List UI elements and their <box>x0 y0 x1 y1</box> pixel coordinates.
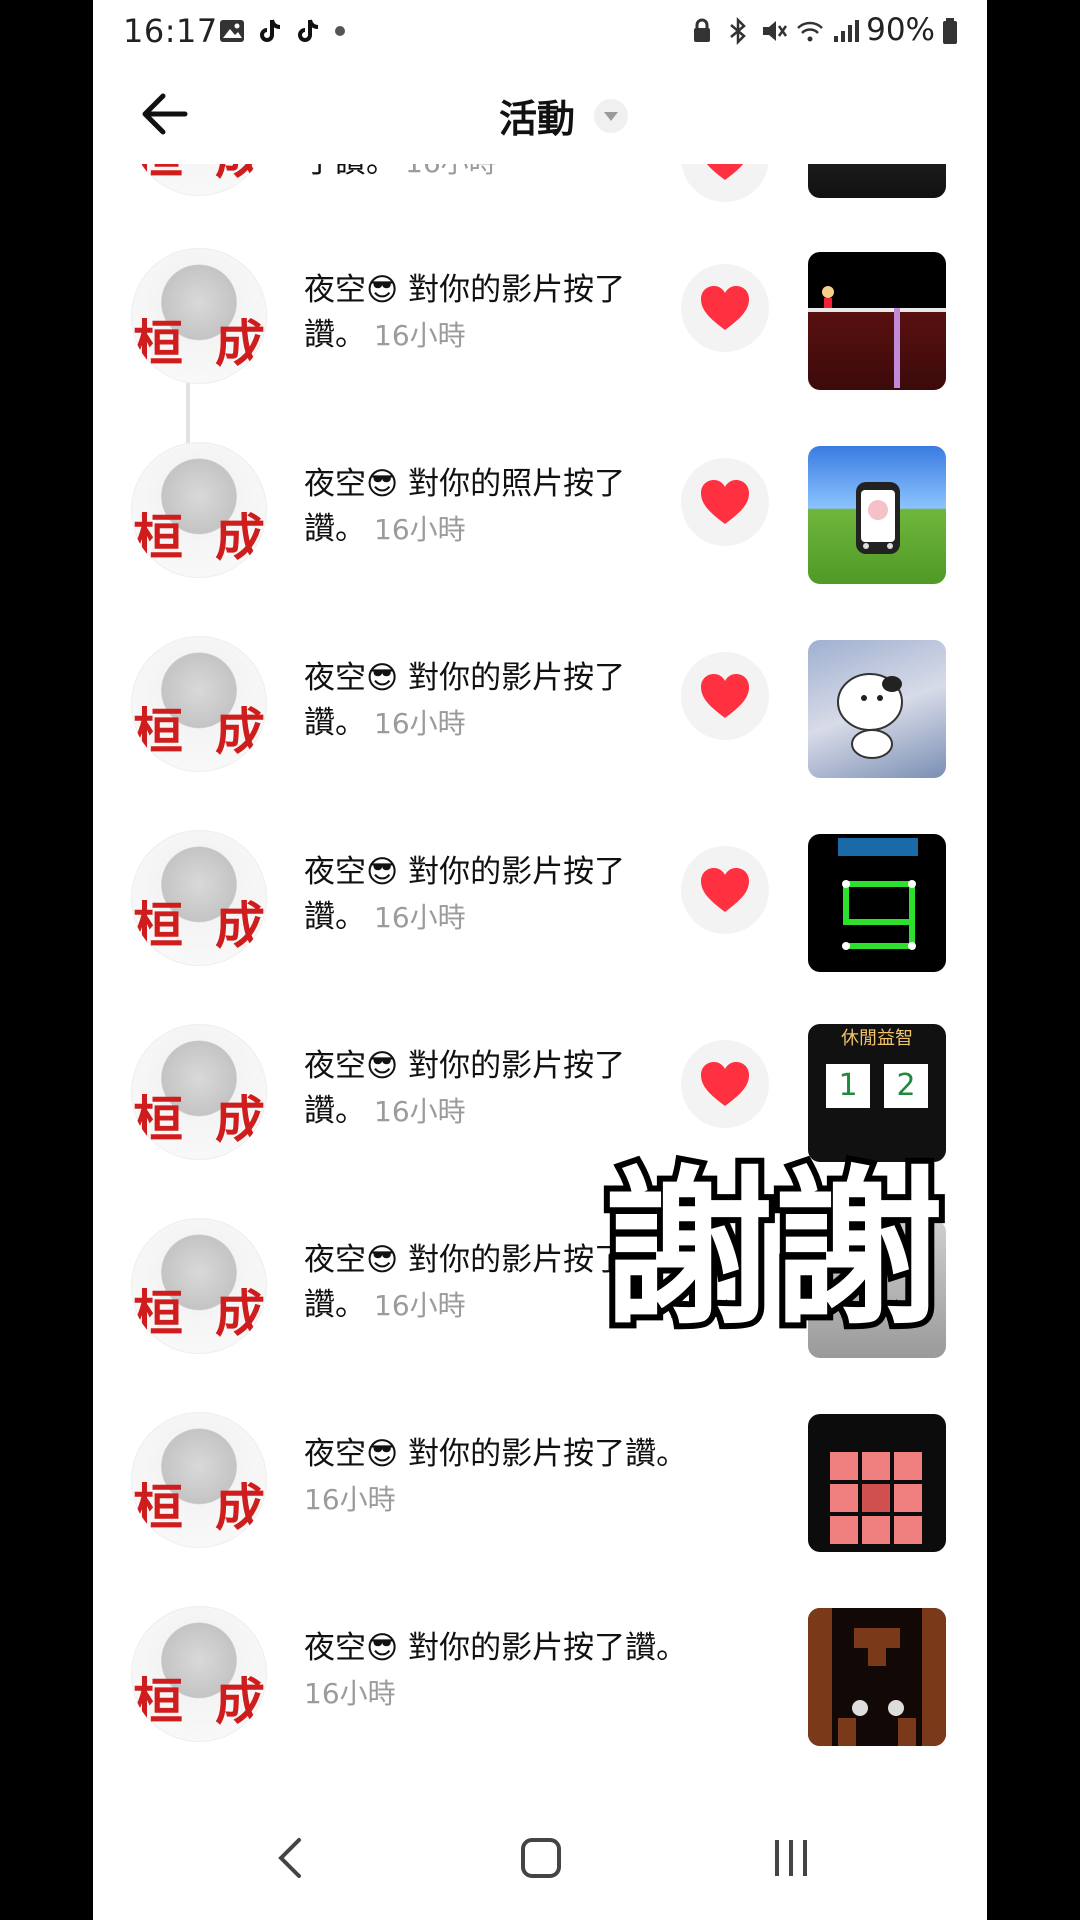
heart-icon <box>701 1062 749 1106</box>
number-tile: 1 <box>826 1064 870 1108</box>
post-thumbnail[interactable] <box>808 1414 946 1552</box>
tiktok-icon <box>260 19 281 42</box>
heart-icon <box>701 286 749 330</box>
list-item[interactable]: 桓成 夜空😎 對你的影片按了讚。 16小時 <box>93 1578 987 1772</box>
avatar[interactable]: 桓成 <box>131 1606 267 1742</box>
phone-game-icon <box>856 482 900 554</box>
back-arrow-icon[interactable] <box>133 82 197 146</box>
like-indicator <box>681 264 769 352</box>
phone-screen: 16:17 90% 活動 桓成 了讚。16小時 桓成 夜空😎 對你的影片按了讚。… <box>93 0 987 1920</box>
avatar[interactable]: 桓成 <box>131 164 267 196</box>
tiktok-icon <box>298 19 319 42</box>
page-title[interactable]: 活動 <box>499 88 575 143</box>
bluetooth-icon <box>730 16 746 46</box>
list-item[interactable]: 桓成 夜空😎 對你的影片按了讚。 16小時 <box>93 802 987 996</box>
avatar[interactable]: 桓成 <box>131 442 267 578</box>
heart-icon <box>701 674 749 718</box>
app-header: 活動 <box>93 66 987 164</box>
nav-home-icon[interactable] <box>520 1836 562 1880</box>
heart-icon <box>701 868 749 912</box>
battery-icon <box>943 18 957 44</box>
grid-puzzle-icon <box>830 1452 922 1544</box>
system-navigation-bar <box>93 1800 987 1920</box>
avatar[interactable]: 桓成 <box>131 248 267 384</box>
wifi-icon <box>797 21 823 42</box>
list-item[interactable]: 桓成 了讚。16小時 <box>93 164 987 220</box>
post-thumbnail[interactable] <box>808 164 946 198</box>
game-scene-icon <box>808 286 946 388</box>
heart-icon <box>706 164 744 180</box>
notification-dot-icon <box>335 26 345 36</box>
like-indicator <box>681 458 769 546</box>
like-indicator <box>681 652 769 740</box>
heart-icon <box>701 480 749 524</box>
activity-text: 夜空😎 對你的影片按了讚。 16小時 <box>304 1048 626 1129</box>
post-thumbnail[interactable] <box>808 640 946 778</box>
like-indicator <box>681 1040 769 1128</box>
list-item[interactable]: 桓成 夜空😎 對你的影片按了讚。 16小時 <box>93 608 987 802</box>
gallery-icon <box>220 20 244 42</box>
activity-text: 了讚。16小時 <box>304 164 644 185</box>
list-item[interactable]: 桓成 夜空😎 對你的影片按了讚。 16小時 <box>93 1384 987 1578</box>
activity-text: 夜空😎 對你的影片按了讚。 16小時 <box>304 1242 626 1323</box>
nav-back-icon[interactable] <box>275 1836 305 1880</box>
status-time: 16:17 <box>123 12 218 50</box>
like-indicator <box>681 164 769 202</box>
post-thumbnail[interactable] <box>808 834 946 972</box>
battery-percent: 90% <box>866 12 935 48</box>
signal-icon <box>834 20 859 42</box>
video-caption-overlay: 謝謝 <box>597 1145 949 1355</box>
number-tile: 2 <box>884 1064 928 1108</box>
list-item[interactable]: 桓成 夜空😎 對你的照片按了讚。 16小時 <box>93 414 987 608</box>
chevron-down-icon[interactable] <box>594 99 628 133</box>
avatar[interactable]: 桓成 <box>131 1024 267 1160</box>
avatar[interactable]: 桓成 <box>131 1412 267 1548</box>
activity-text: 夜空😎 對你的影片按了讚。 16小時 <box>304 1630 688 1710</box>
dog-character-icon <box>837 673 903 759</box>
line-puzzle-icon <box>838 838 918 950</box>
brick-game-icon <box>808 1608 946 1746</box>
list-item[interactable]: 桓成 夜空😎 對你的影片按了讚。 16小時 <box>93 220 987 414</box>
avatar[interactable]: 桓成 <box>131 1218 267 1354</box>
post-thumbnail[interactable] <box>808 1608 946 1746</box>
like-indicator <box>681 846 769 934</box>
thumbnail-banner: 休閒益智 <box>841 1028 913 1049</box>
lock-icon <box>694 18 710 42</box>
activity-text: 夜空😎 對你的影片按了讚。 16小時 <box>304 660 626 741</box>
activity-text: 夜空😎 對你的照片按了讚。 16小時 <box>304 466 626 547</box>
status-bar: 16:17 90% <box>93 0 987 66</box>
mute-icon <box>763 21 788 41</box>
activity-text: 夜空😎 對你的影片按了讚。 16小時 <box>304 272 626 353</box>
post-thumbnail[interactable] <box>808 446 946 584</box>
activity-text: 夜空😎 對你的影片按了讚。 16小時 <box>304 1436 688 1516</box>
avatar[interactable]: 桓成 <box>131 830 267 966</box>
activity-text: 夜空😎 對你的影片按了讚。 16小時 <box>304 854 626 935</box>
activity-list[interactable]: 桓成 了讚。16小時 桓成 夜空😎 對你的影片按了讚。16小時 桓成 夜空😎 對… <box>93 164 987 1784</box>
avatar[interactable]: 桓成 <box>131 636 267 772</box>
nav-recents-icon[interactable] <box>771 1836 811 1880</box>
post-thumbnail[interactable] <box>808 252 946 390</box>
